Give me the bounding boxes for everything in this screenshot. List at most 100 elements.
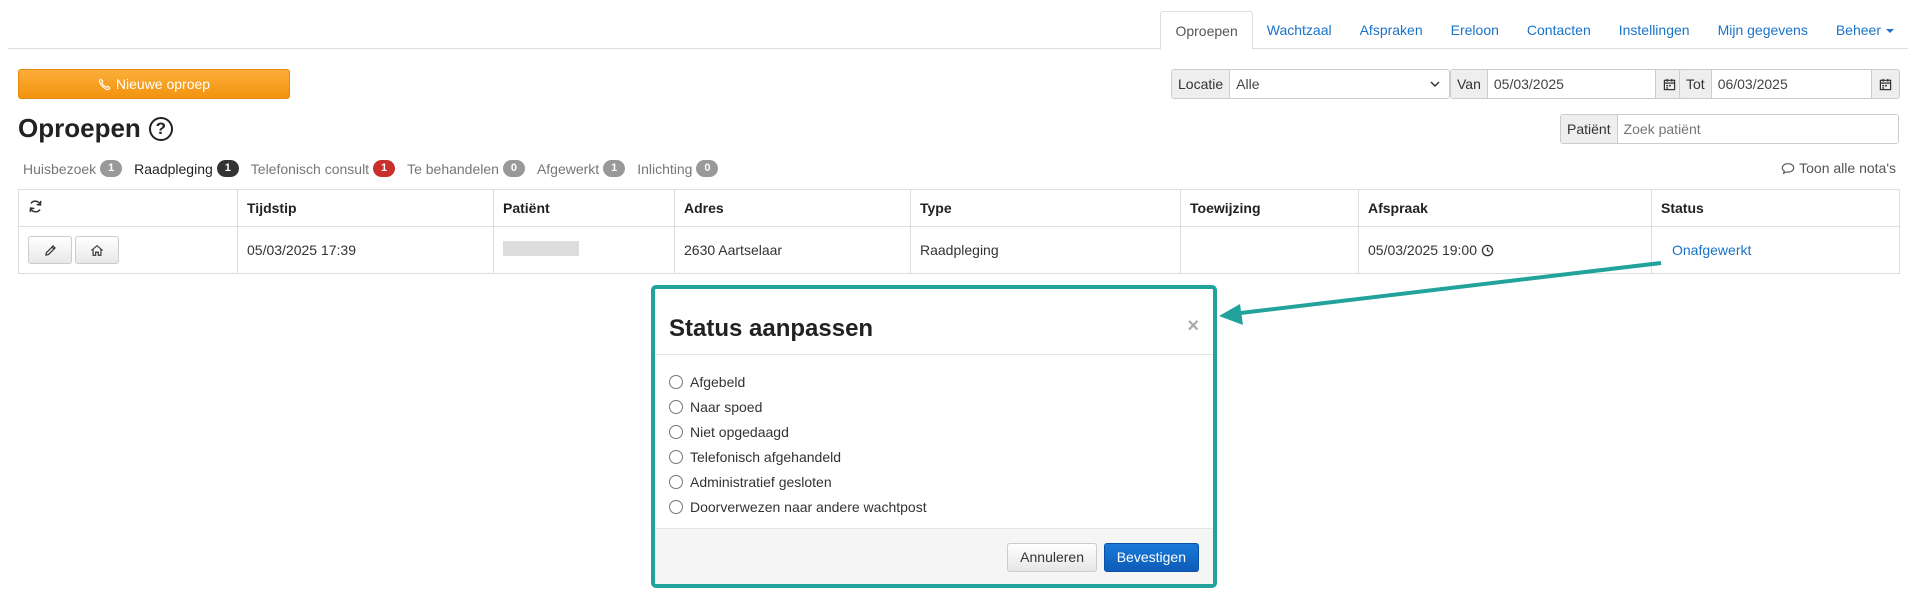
cell-adres: 2630 Aartselaar bbox=[674, 226, 911, 274]
new-call-button[interactable]: Nieuwe oproep bbox=[18, 69, 290, 99]
tab-afspraken[interactable]: Afspraken bbox=[1346, 11, 1437, 50]
locatie-select-group: Locatie Alle bbox=[1171, 69, 1450, 99]
refresh-icon[interactable] bbox=[28, 199, 43, 214]
cancel-button[interactable]: Annuleren bbox=[1007, 543, 1097, 572]
page-title-text: Oproepen bbox=[18, 113, 141, 143]
table-header-row: Tijdstip Patiënt Adres Type Toewijzing A… bbox=[18, 189, 1900, 227]
filter-label: Telefonisch consult bbox=[250, 160, 370, 177]
patient-search-label: Patiënt bbox=[1561, 115, 1618, 143]
comment-icon bbox=[1781, 162, 1795, 174]
locatie-label: Locatie bbox=[1172, 70, 1231, 98]
radio-button[interactable] bbox=[669, 474, 683, 489]
status-option-label: Naar spoed bbox=[690, 398, 763, 415]
cell-toewijzing bbox=[1180, 226, 1359, 274]
status-option-telefonisch-afgehandeld[interactable]: Telefonisch afgehandeld bbox=[669, 444, 1199, 469]
clock-icon bbox=[1481, 244, 1494, 257]
filter-te-behandelen[interactable]: Te behandelen 0 bbox=[407, 160, 525, 177]
modal-title: Status aanpassen bbox=[669, 315, 874, 342]
row-actions bbox=[18, 226, 238, 274]
status-option-label: Telefonisch afgehandeld bbox=[690, 448, 842, 465]
home-icon bbox=[90, 244, 104, 256]
confirm-button[interactable]: Bevestigen bbox=[1103, 543, 1199, 572]
show-all-notes-link[interactable]: Toon alle nota's bbox=[1781, 160, 1896, 176]
status-option-label: Doorverwezen naar andere wachtpost bbox=[690, 498, 927, 515]
locatie-value: Alle bbox=[1236, 76, 1260, 92]
van-date-group: Van 05/03/2025 bbox=[1450, 69, 1684, 99]
van-date-input[interactable]: 05/03/2025 bbox=[1487, 70, 1655, 98]
refresh-header bbox=[18, 189, 238, 227]
tab-ereloon[interactable]: Ereloon bbox=[1437, 11, 1513, 50]
filter-huisbezoek[interactable]: Huisbezoek 1 bbox=[23, 160, 123, 177]
show-all-notes-label: Toon alle nota's bbox=[1799, 160, 1896, 176]
radio-button[interactable] bbox=[669, 499, 683, 514]
column-header[interactable]: Status bbox=[1651, 189, 1900, 227]
cell-type: Raadpleging bbox=[910, 226, 1181, 274]
count-badge: 0 bbox=[502, 160, 525, 177]
locatie-select[interactable]: Alle bbox=[1230, 70, 1449, 98]
status-option-naar-spoed[interactable]: Naar spoed bbox=[669, 394, 1199, 419]
tab-beheer[interactable]: Beheer bbox=[1822, 11, 1908, 50]
cell-tijdstip: 05/03/2025 17:39 bbox=[237, 226, 494, 274]
filter-inlichting[interactable]: Inlichting 0 bbox=[637, 160, 719, 177]
radio-button[interactable] bbox=[669, 424, 683, 439]
tab-instellingen[interactable]: Instellingen bbox=[1605, 11, 1704, 50]
nav-tabs: Oproepen Wachtzaal Afspraken Ereloon Con… bbox=[1160, 11, 1908, 50]
radio-button[interactable] bbox=[669, 374, 683, 389]
tab-oproepen[interactable]: Oproepen bbox=[1160, 11, 1253, 50]
column-header[interactable]: Patiënt bbox=[493, 189, 675, 227]
status-option-afgebeld[interactable]: Afgebeld bbox=[669, 369, 1199, 394]
filter-label: Raadpleging bbox=[134, 160, 213, 177]
radio-button[interactable] bbox=[669, 449, 683, 464]
tot-date-input[interactable]: 06/03/2025 bbox=[1711, 70, 1871, 98]
help-icon[interactable]: ? bbox=[148, 116, 173, 141]
status-option-niet-opgedaagd[interactable]: Niet opgedaagd bbox=[669, 419, 1199, 444]
status-option-administratief-gesloten[interactable]: Administratief gesloten bbox=[669, 469, 1199, 494]
tab-beheer-label: Beheer bbox=[1835, 22, 1881, 38]
count-badge: 1 bbox=[100, 160, 123, 177]
status-option-label: Niet opgedaagd bbox=[690, 423, 789, 440]
new-call-label: Nieuwe oproep bbox=[115, 76, 211, 92]
pencil-icon bbox=[44, 244, 56, 256]
close-icon[interactable]: × bbox=[1187, 315, 1199, 338]
filter-label: Inlichting bbox=[637, 160, 693, 177]
filter-raadpleging[interactable]: Raadpleging 1 bbox=[134, 160, 239, 177]
cell-status: Onafgewerkt bbox=[1651, 226, 1900, 274]
column-header[interactable]: Type bbox=[910, 189, 1181, 227]
edit-button[interactable] bbox=[28, 236, 72, 264]
filter-telefonisch-consult[interactable]: Telefonisch consult 1 bbox=[250, 160, 396, 177]
calls-table: Tijdstip Patiënt Adres Type Toewijzing A… bbox=[18, 189, 1900, 274]
tot-date-group: Tot 06/03/2025 bbox=[1679, 69, 1900, 99]
tab-mijn-gegevens[interactable]: Mijn gegevens bbox=[1704, 11, 1822, 50]
phone-icon bbox=[98, 78, 111, 90]
column-header[interactable]: Tijdstip bbox=[237, 189, 494, 227]
column-header[interactable]: Adres bbox=[674, 189, 911, 227]
tot-label: Tot bbox=[1680, 70, 1712, 98]
status-option-label: Afgebeld bbox=[690, 373, 746, 390]
van-label: Van bbox=[1451, 70, 1488, 98]
column-header[interactable]: Toewijzing bbox=[1180, 189, 1359, 227]
calendar-icon[interactable] bbox=[1871, 70, 1899, 98]
modal-body: Afgebeld Naar spoed Niet opgedaagd Telef… bbox=[655, 355, 1213, 519]
filter-label: Te behandelen bbox=[407, 160, 499, 177]
count-badge: 1 bbox=[603, 160, 626, 177]
status-option-doorverwezen[interactable]: Doorverwezen naar andere wachtpost bbox=[669, 494, 1199, 519]
tab-contacten[interactable]: Contacten bbox=[1513, 11, 1605, 50]
status-link[interactable]: Onafgewerkt bbox=[1661, 242, 1751, 258]
patient-search-input[interactable] bbox=[1617, 115, 1898, 143]
column-header[interactable]: Afspraak bbox=[1358, 189, 1652, 227]
redacted-patient-name bbox=[503, 241, 579, 256]
table-row[interactable]: 05/03/2025 17:39 2630 Aartselaar Raadple… bbox=[18, 226, 1900, 274]
category-filters: Huisbezoek 1 Raadpleging 1 Telefonisch con… bbox=[23, 160, 719, 177]
filter-afgewerkt[interactable]: Afgewerkt 1 bbox=[537, 160, 626, 177]
top-navigation: Oproepen Wachtzaal Afspraken Ereloon Con… bbox=[8, 11, 1908, 50]
count-badge: 1 bbox=[373, 160, 396, 177]
home-visit-button[interactable] bbox=[75, 236, 119, 264]
patient-search-group: Patiënt bbox=[1560, 114, 1899, 144]
radio-button[interactable] bbox=[669, 399, 683, 414]
page-title: Oproepen ? bbox=[18, 113, 173, 144]
caret-down-icon bbox=[1886, 29, 1894, 34]
modal-header: Status aanpassen × bbox=[655, 289, 1213, 355]
count-badge: 1 bbox=[216, 160, 239, 177]
modal-footer: Annuleren Bevestigen bbox=[655, 528, 1213, 584]
tab-wachtzaal[interactable]: Wachtzaal bbox=[1253, 11, 1346, 50]
